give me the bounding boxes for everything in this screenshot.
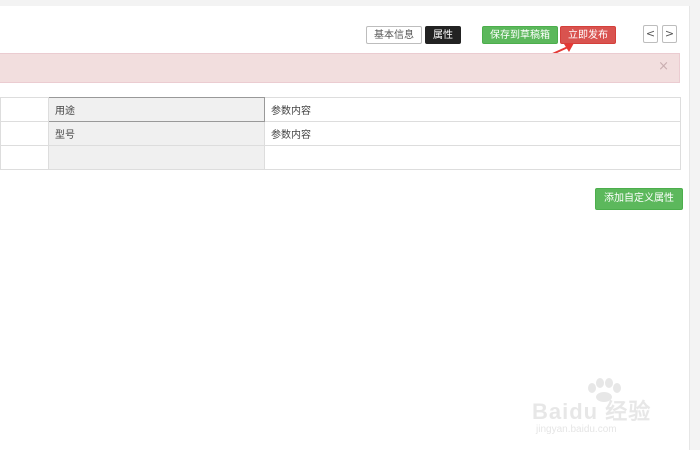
attribute-name-input[interactable]: 用途 (48, 97, 265, 122)
attribute-name-input[interactable]: 型号 (48, 121, 265, 146)
table-row (0, 145, 681, 170)
attribute-value-input[interactable]: 参数内容 (264, 97, 681, 122)
watermark-brand: Baidu 经验 (532, 399, 652, 424)
table-cell (0, 121, 49, 146)
add-custom-attribute-button[interactable]: 添加自定义属性 (595, 188, 683, 210)
attribute-name-input[interactable] (48, 145, 265, 170)
attribute-value-input[interactable] (264, 145, 681, 170)
baidu-watermark: Baidu 经验 jingyan.baidu.com (532, 378, 692, 442)
table-cell (0, 145, 49, 170)
chevron-left-icon: < (645, 27, 656, 40)
next-button[interactable]: > (662, 25, 677, 43)
attribute-value-input[interactable]: 参数内容 (264, 121, 681, 146)
table-cell (0, 97, 49, 122)
product-edit-panel: 基本信息 属性 保存到草稿箱 立即发布 < > × 用途 参数内容 型号 参数内… (0, 6, 690, 450)
close-icon[interactable]: × (658, 60, 669, 74)
table-row: 用途 参数内容 (0, 97, 681, 122)
attributes-table: 用途 参数内容 型号 参数内容 (0, 97, 681, 170)
watermark-url: jingyan.baidu.com (536, 424, 617, 435)
chevron-right-icon: > (664, 27, 675, 40)
tab-attributes[interactable]: 属性 (425, 26, 461, 44)
alert-banner: × (0, 53, 680, 83)
tab-basic-info[interactable]: 基本信息 (366, 26, 422, 44)
table-row: 型号 参数内容 (0, 121, 681, 146)
prev-button[interactable]: < (643, 25, 658, 43)
